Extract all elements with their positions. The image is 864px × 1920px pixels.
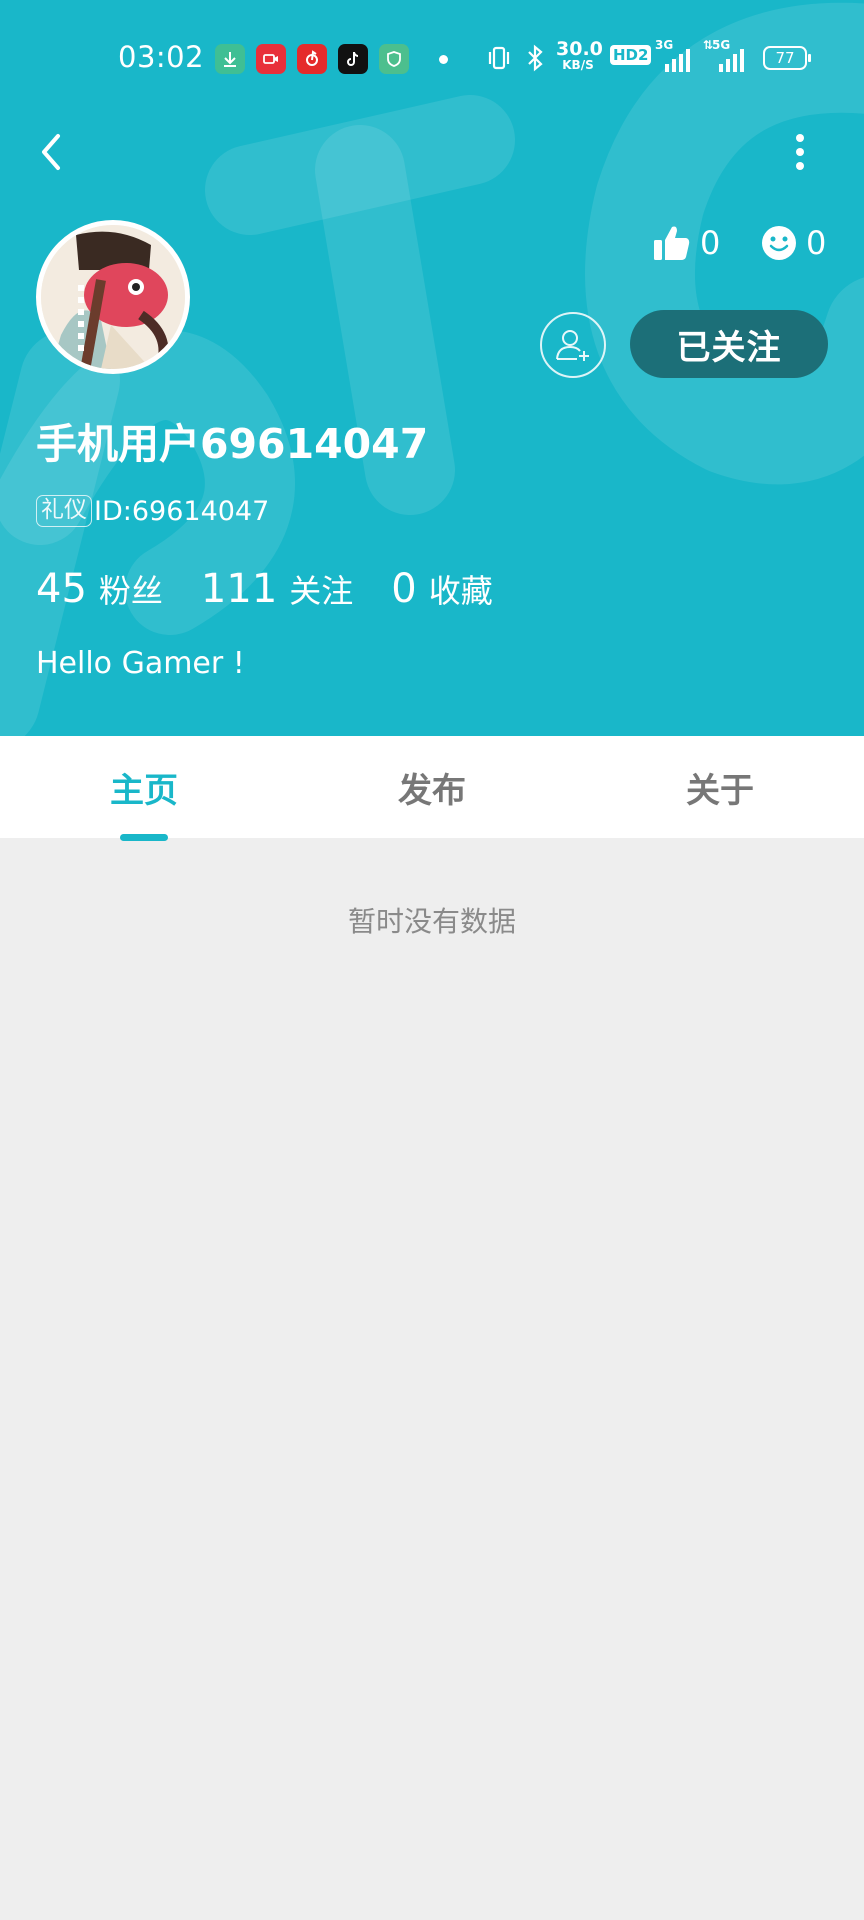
tiktok-icon (338, 44, 368, 74)
network-speed: 30.0 KB/S (556, 38, 603, 72)
tab-about-label: 关于 (686, 770, 754, 811)
netease-music-icon (297, 44, 327, 74)
favorites-count[interactable]: 0 (391, 566, 416, 612)
following-label[interactable]: 关注 (289, 566, 353, 612)
favorites-label[interactable]: 收藏 (429, 566, 493, 612)
tab-home-label: 主页 (110, 770, 178, 811)
vibrate-icon (488, 46, 510, 70)
profile-stats: 45 粉丝 111 关注 0 收藏 (36, 566, 531, 616)
username: 手机用户69614047 (36, 420, 429, 468)
tab-home[interactable]: 主页 (0, 736, 288, 841)
back-arrow-icon[interactable] (32, 126, 72, 178)
following-count[interactable]: 111 (201, 566, 277, 612)
fans-count[interactable]: 45 (36, 566, 87, 612)
avatar[interactable] (36, 220, 190, 374)
tab-posts-label: 发布 (398, 770, 466, 811)
likes-count: 0 (700, 224, 721, 262)
smile-icon (762, 226, 796, 260)
hd-icon: HD2 (610, 45, 652, 65)
shield-icon (379, 44, 409, 74)
tab-about[interactable]: 关于 (576, 736, 864, 838)
add-friend-button[interactable] (540, 312, 606, 378)
smiles-counter[interactable]: 0 (760, 220, 826, 266)
battery-icon: 77 (763, 46, 811, 70)
active-tab-indicator (120, 834, 168, 841)
profile-header: 03:02 30.0 KB/S HD2 3G ⇅ 5G 77 0 0 已关注 手… (0, 0, 864, 736)
smiles-count: 0 (806, 224, 827, 262)
fans-label[interactable]: 粉丝 (99, 566, 163, 612)
following-button[interactable]: 已关注 (630, 310, 828, 378)
notification-dot (439, 55, 448, 64)
video-record-icon (256, 44, 286, 74)
bio-text: Hello Gamer ! (36, 646, 245, 681)
likes-counter[interactable]: 0 (652, 220, 720, 266)
empty-state-text: 暂时没有数据 (347, 905, 516, 938)
status-time: 03:02 (118, 40, 205, 74)
signal-3g-icon: 3G (655, 38, 695, 74)
more-options-icon[interactable] (782, 126, 818, 178)
thumbs-up-icon (654, 226, 690, 260)
signal-5g-icon: ⇅ 5G (703, 38, 751, 74)
etiquette-badge: 礼仪 (36, 495, 92, 527)
tab-posts[interactable]: 发布 (288, 736, 576, 838)
status-bar: 03:02 30.0 KB/S HD2 3G ⇅ 5G 77 (0, 30, 864, 86)
profile-tabs: 主页 发布 关于 (0, 736, 864, 841)
bluetooth-icon (528, 44, 543, 72)
user-id: ID:69614047 (94, 495, 270, 527)
add-user-icon (556, 330, 589, 361)
user-id-row: 礼仪 ID:69614047 (36, 494, 269, 528)
download-icon (215, 44, 245, 74)
